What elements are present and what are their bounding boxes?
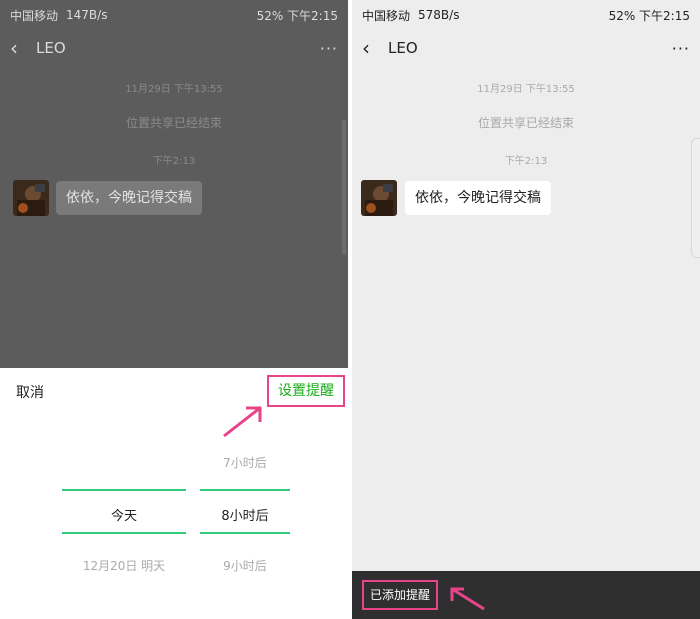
hour-option[interactable]: 9小时后	[200, 557, 290, 574]
picker-divider	[62, 489, 186, 491]
picker-divider	[200, 532, 290, 534]
hour-option[interactable]: 7小时后	[200, 454, 290, 471]
status-bar: 中国移动 578B/s 52% 下午2:15	[352, 0, 700, 30]
system-message: 位置共享已经结束	[125, 116, 222, 130]
reminder-added-toast: 已添加提醒	[362, 580, 439, 610]
more-icon[interactable]: ···	[320, 39, 338, 58]
left-screenshot: 中国移动 147B/s 52% 下午2:15 ‹ LEO ··· 11月29日 …	[0, 0, 348, 619]
chat-title: LEO	[388, 39, 418, 57]
chat-header: ‹ LEO ···	[0, 30, 348, 66]
picker-divider	[200, 489, 290, 491]
cancel-button[interactable]: 取消	[16, 382, 44, 402]
scrollbar[interactable]	[342, 120, 346, 255]
system-message: 位置共享已经结束	[477, 116, 574, 130]
timestamp: 下午2:13	[152, 156, 196, 167]
carrier-label: 中国移动	[362, 8, 411, 23]
timestamp: 11月29日 下午13:55	[125, 84, 223, 95]
day-option-selected[interactable]: 今天	[62, 505, 186, 524]
back-icon[interactable]: ‹	[362, 36, 384, 60]
message-bubble[interactable]: 依依，今晚记得交稿	[56, 181, 202, 215]
set-reminder-button[interactable]: 设置提醒	[267, 375, 345, 407]
carrier-label: 中国移动	[10, 8, 59, 23]
back-icon[interactable]: ‹	[10, 36, 32, 60]
right-screenshot: 中国移动 578B/s 52% 下午2:15 ‹ LEO ··· 11月29日 …	[352, 0, 700, 619]
more-icon[interactable]: ···	[672, 39, 690, 58]
reminder-picker: 取消 设置提醒 7小时后 今天 8小时后 12月20日 明天 9小时后	[0, 368, 348, 619]
status-bar: 中国移动 147B/s 52% 下午2:15	[0, 0, 348, 30]
picker-divider	[62, 532, 186, 534]
day-option[interactable]: 12月20日 明天	[62, 557, 186, 574]
toast-bar: 已添加提醒	[352, 571, 700, 619]
network-speed: 578B/s	[418, 8, 460, 22]
arrow-icon	[450, 587, 485, 611]
message-bubble[interactable]: 依依，今晚记得交稿	[405, 181, 551, 215]
avatar[interactable]	[361, 180, 397, 216]
timestamp: 11月29日 下午13:55	[477, 84, 575, 95]
chat-title: LEO	[36, 39, 66, 57]
chat-header: ‹ LEO ···	[352, 30, 700, 66]
avatar[interactable]	[13, 180, 49, 216]
status-icons: 52% 下午2:15	[608, 8, 690, 23]
status-icons: 52% 下午2:15	[256, 8, 338, 23]
network-speed: 147B/s	[66, 8, 108, 22]
timestamp: 下午2:13	[504, 156, 548, 167]
hour-option-selected[interactable]: 8小时后	[200, 505, 290, 524]
arrow-icon	[223, 406, 262, 438]
